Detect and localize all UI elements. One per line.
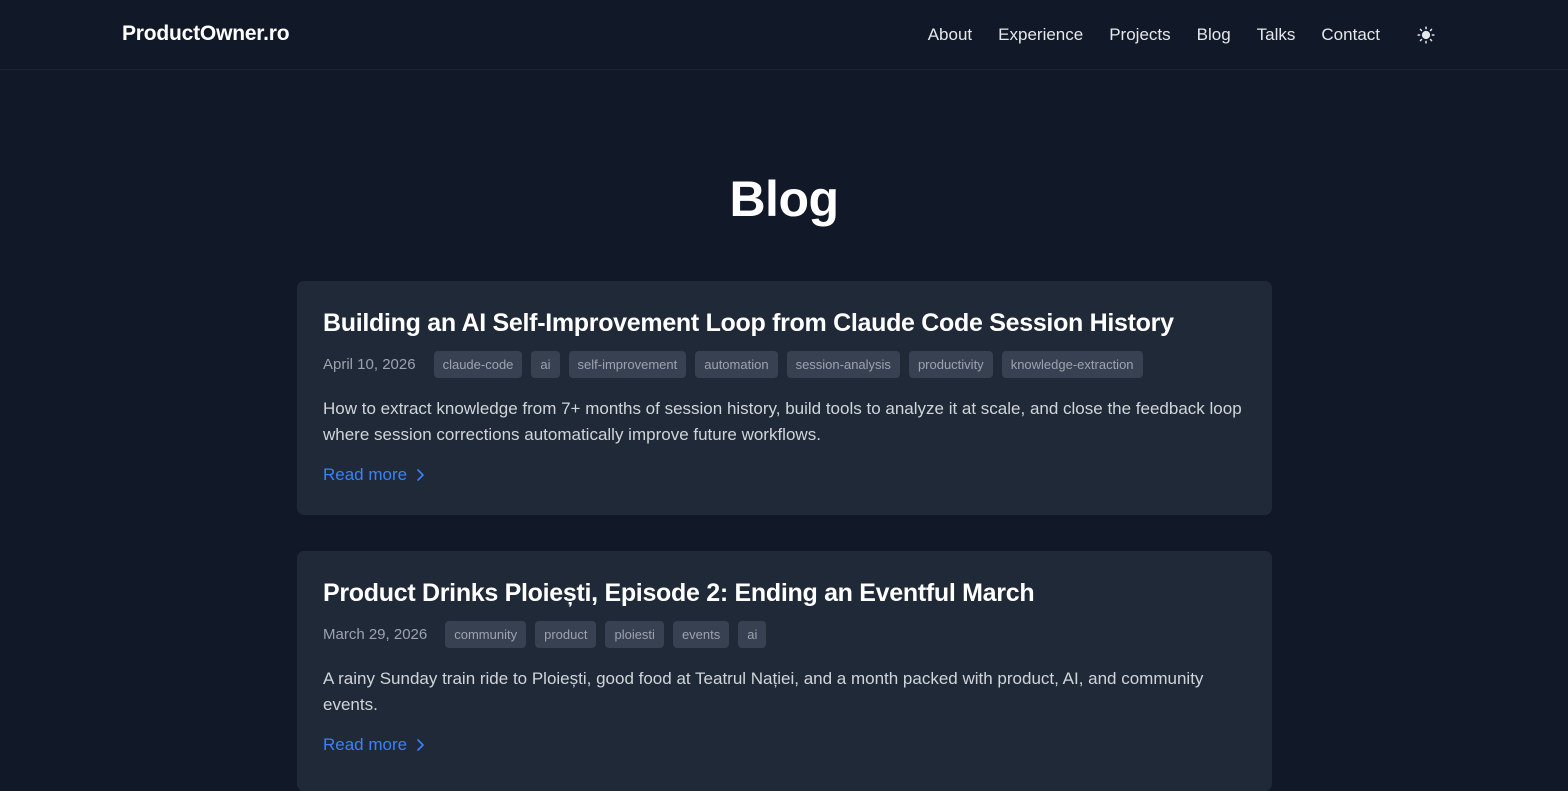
nav-link-contact[interactable]: Contact <box>1321 25 1380 45</box>
main-nav: About Experience Projects Blog Talks Con… <box>902 0 1436 70</box>
chevron-right-icon <box>415 738 425 752</box>
chevron-right-icon <box>415 468 425 482</box>
post-tag: ai <box>738 621 767 648</box>
post-title-link[interactable]: Product Drinks Ploiești, Episode 2: Endi… <box>323 579 1246 608</box>
read-more-link[interactable]: Read more <box>323 465 425 485</box>
post-meta: April 10, 2026 claude-code ai self-impro… <box>323 351 1246 378</box>
post-date: March 29, 2026 <box>323 626 428 643</box>
site-logo-link[interactable]: ProductOwner.ro <box>122 22 290 46</box>
post-tag: claude-code <box>433 351 523 378</box>
read-more-label: Read more <box>323 735 408 754</box>
post-excerpt: A rainy Sunday train ride to Ploiești, g… <box>323 669 1204 714</box>
post-tag: automation <box>695 351 778 378</box>
post-tag: events <box>672 621 730 648</box>
post-tag: community <box>445 621 527 648</box>
post-tag: knowledge-extraction <box>1001 351 1143 378</box>
post-card: Product Drinks Ploiești, Episode 2: Endi… <box>297 551 1272 791</box>
page-title: Blog <box>729 171 839 227</box>
read-more-label: Read more <box>323 465 408 484</box>
post-card: Building an AI Self-Improvement Loop fro… <box>297 281 1272 515</box>
theme-toggle-button[interactable] <box>1416 25 1436 45</box>
post-tag: self-improvement <box>568 351 687 378</box>
sun-icon <box>1417 26 1435 44</box>
post-meta: March 29, 2026 community product ploiest… <box>323 621 1246 648</box>
nav-link-about[interactable]: About <box>928 25 972 45</box>
post-excerpt: How to extract knowledge from 7+ months … <box>323 399 1242 444</box>
nav-link-experience[interactable]: Experience <box>998 25 1083 45</box>
nav-link-projects[interactable]: Projects <box>1109 25 1170 45</box>
post-tag: session-analysis <box>786 351 900 378</box>
post-title-link[interactable]: Building an AI Self-Improvement Loop fro… <box>323 309 1246 338</box>
read-more-link[interactable]: Read more <box>323 735 425 755</box>
nav-link-talks[interactable]: Talks <box>1257 25 1296 45</box>
top-navbar: ProductOwner.ro About Experience Project… <box>0 0 1568 70</box>
post-tag: productivity <box>908 351 993 378</box>
post-tag: ploiesti <box>605 621 664 648</box>
post-tag: ai <box>531 351 560 378</box>
post-date: April 10, 2026 <box>323 356 416 373</box>
post-tag: product <box>535 621 597 648</box>
nav-link-blog[interactable]: Blog <box>1197 25 1231 45</box>
